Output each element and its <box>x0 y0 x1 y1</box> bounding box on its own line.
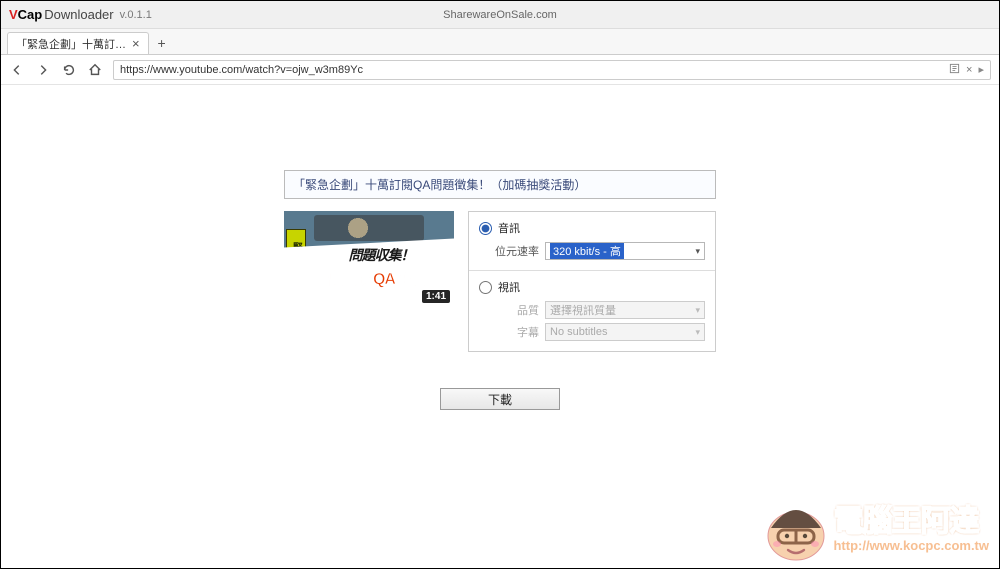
video-section: 視訊 品質 選擇視訊質量 ▾ 字幕 No subtitles ▾ <box>469 270 715 351</box>
nav-bar: × ▸ <box>1 55 999 85</box>
audio-radio-label: 音訊 <box>498 220 520 236</box>
tab-strip: 「緊急企劃」十萬訂閱QA... × + <box>1 29 999 55</box>
tab-close-icon[interactable]: × <box>132 37 140 50</box>
app-version: v.0.1.1 <box>120 9 152 21</box>
bitrate-row: 位元速率 320 kbit/s - 高 ▾ <box>495 242 705 260</box>
reader-icon[interactable] <box>949 63 960 77</box>
nav-reload-button[interactable] <box>61 62 77 78</box>
url-clear-icon[interactable]: × <box>966 64 972 76</box>
download-button[interactable]: 下載 <box>440 388 560 410</box>
subtitles-value: No subtitles <box>550 326 607 338</box>
url-input[interactable] <box>120 64 949 76</box>
media-row: 緊急 問題収集！ 十萬訂閱QA企劃 1:41 音訊 位元速率 320 kbit/… <box>284 211 716 352</box>
bitrate-label: 位元速率 <box>495 243 539 259</box>
tab[interactable]: 「緊急企劃」十萬訂閱QA... × <box>7 32 149 54</box>
thumb-main-text: 十萬訂閱QA企劃 <box>288 265 450 289</box>
quality-select[interactable]: 選擇視訊質量 ▾ <box>545 301 705 319</box>
tab-label: 「緊急企劃」十萬訂閱QA... <box>16 36 126 52</box>
header-link-text[interactable]: SharewareOnSale.com <box>443 9 557 21</box>
watermark-url: http://www.kocpc.com.tw <box>833 538 989 553</box>
quality-value: 選擇視訊質量 <box>550 302 616 318</box>
audio-radio[interactable]: 音訊 <box>479 220 705 236</box>
chevron-down-icon: ▾ <box>695 246 700 257</box>
video-radio-input[interactable] <box>479 281 492 294</box>
bitrate-select[interactable]: 320 kbit/s - 高 ▾ <box>545 242 705 260</box>
app-window: VCapDownloader v.0.1.1 SharewareOnSale.c… <box>0 0 1000 569</box>
video-title-field[interactable]: 「緊急企劃」十萬訂閱QA問題徵集！（加碼抽獎活動） <box>284 170 716 199</box>
options-panel: 音訊 位元速率 320 kbit/s - 高 ▾ 視訊 <box>468 211 716 352</box>
nav-forward-button[interactable] <box>35 62 51 78</box>
chevron-down-icon: ▾ <box>695 305 700 316</box>
watermark: 電腦王阿達 http://www.kocpc.com.tw <box>763 486 989 562</box>
video-radio-label: 視訊 <box>498 279 520 295</box>
video-thumbnail[interactable]: 緊急 問題収集！ 十萬訂閱QA企劃 1:41 <box>284 211 454 307</box>
audio-radio-input[interactable] <box>479 222 492 235</box>
url-go-icon[interactable]: ▸ <box>978 63 984 76</box>
main-content: 「緊急企劃」十萬訂閱QA問題徵集！（加碼抽獎活動） 緊急 問題収集！ 十萬訂閱Q… <box>1 85 999 568</box>
video-radio[interactable]: 視訊 <box>479 279 705 295</box>
watermark-mascot-icon <box>763 486 829 562</box>
thumb-top-text: 問題収集！ <box>314 245 448 265</box>
title-bar: VCapDownloader v.0.1.1 SharewareOnSale.c… <box>1 1 999 29</box>
subtitles-label: 字幕 <box>495 324 539 340</box>
url-bar[interactable]: × ▸ <box>113 60 991 80</box>
chevron-down-icon: ▾ <box>695 327 700 338</box>
bitrate-value: 320 kbit/s - 高 <box>550 243 624 259</box>
video-duration: 1:41 <box>422 290 450 303</box>
tab-add-button[interactable]: + <box>151 32 173 54</box>
app-logo: VCapDownloader <box>9 7 114 22</box>
subtitles-select[interactable]: No subtitles ▾ <box>545 323 705 341</box>
quality-label: 品質 <box>495 302 539 318</box>
nav-home-button[interactable] <box>87 62 103 78</box>
nav-back-button[interactable] <box>9 62 25 78</box>
subtitles-row: 字幕 No subtitles ▾ <box>495 323 705 341</box>
watermark-text: 電腦王阿達 <box>833 496 989 540</box>
quality-row: 品質 選擇視訊質量 ▾ <box>495 301 705 319</box>
audio-section: 音訊 位元速率 320 kbit/s - 高 ▾ <box>469 212 715 270</box>
